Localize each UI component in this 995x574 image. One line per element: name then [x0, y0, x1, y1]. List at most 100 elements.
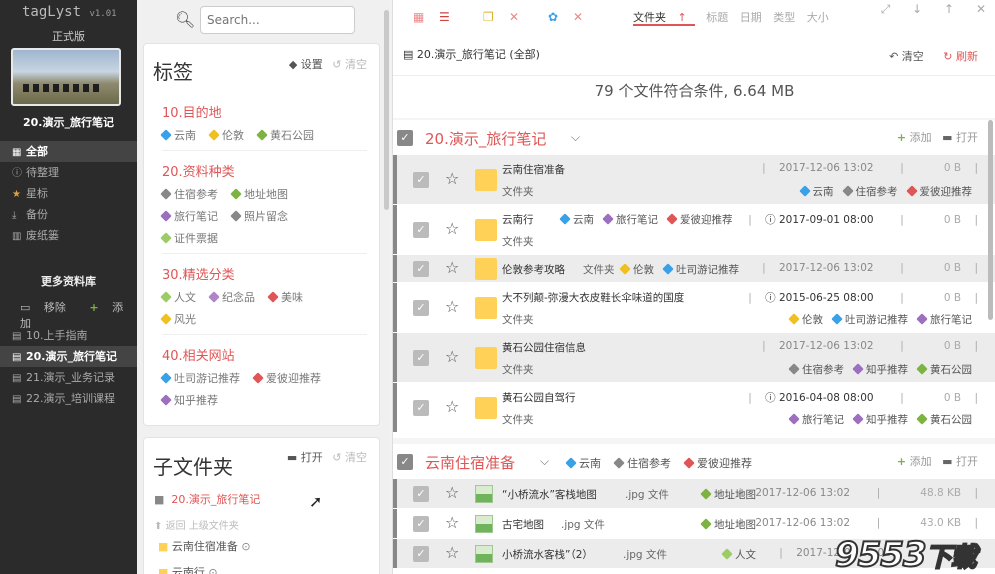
tag-chip[interactable]: 黄石公园: [916, 412, 972, 427]
tag-chip[interactable]: 住宿参考: [613, 455, 671, 471]
tag-settings-button[interactable]: ◆ 设置: [289, 58, 323, 71]
file-row[interactable]: ✓ ☆ 黄石公园住宿信息 文件夹 | 2017-12-06 13:02 | 0 B | 住…: [393, 332, 995, 382]
star-icon[interactable]: ☆: [445, 258, 459, 277]
open-button[interactable]: ▬ 打开: [942, 131, 978, 144]
arrow-circle-icon[interactable]: ⊙: [208, 566, 217, 574]
star-icon[interactable]: ☆: [445, 169, 459, 188]
row-checkbox[interactable]: ✓: [413, 222, 429, 238]
file-name[interactable]: 云南行: [502, 212, 534, 227]
remove-library-button[interactable]: ▭ 移除: [20, 301, 76, 314]
add-button[interactable]: + 添加: [897, 455, 932, 468]
sort-by-type[interactable]: 类型: [773, 11, 795, 24]
close-icon[interactable]: ✕: [976, 2, 986, 16]
nav-item-inbox[interactable]: ⓘ 待整理: [0, 162, 137, 183]
row-checkbox[interactable]: ✓: [413, 350, 429, 366]
sort-by-size[interactable]: 大小: [807, 11, 829, 24]
row-checkbox[interactable]: ✓: [413, 300, 429, 316]
grid-view-icon[interactable]: ▦: [413, 10, 424, 24]
subfolder-open-button[interactable]: ▬ 打开: [287, 451, 323, 464]
tag-chip[interactable]: 知乎推荐: [160, 390, 218, 412]
row-checkbox[interactable]: ✓: [413, 400, 429, 416]
tag-chip[interactable]: 吐司游记推荐: [160, 368, 240, 390]
tag-chip[interactable]: 爱彼迎推荐: [683, 455, 752, 471]
tag-chip[interactable]: 地址地图: [700, 487, 756, 502]
tag-chip[interactable]: 风光: [160, 309, 196, 331]
file-name[interactable]: 黄石公园住宿信息: [502, 340, 586, 355]
library-cover-image[interactable]: [11, 48, 121, 106]
tag-chip[interactable]: 地址地图: [700, 517, 756, 532]
search-input[interactable]: [200, 6, 355, 34]
file-name[interactable]: 伦敦参考攻略: [502, 262, 565, 277]
row-checkbox[interactable]: ✓: [413, 516, 429, 532]
arrow-down-icon[interactable]: ↓: [912, 2, 922, 16]
tag-chip[interactable]: 吐司游记推荐: [831, 312, 908, 327]
current-folder-item[interactable]: ■ 20.演示_旅行笔记: [154, 491, 260, 507]
file-row[interactable]: ✓ ☆ 云南行 文件夹 | ⓘ 2017-09-01 08:00 | 0 B | 云南 旅行…: [393, 204, 995, 254]
tag-chip[interactable]: 知乎推荐: [852, 412, 908, 427]
section-title[interactable]: 云南住宿准备: [425, 452, 515, 473]
arrow-circle-icon[interactable]: ⊙: [241, 540, 250, 553]
sort-by-folder[interactable]: 文件夹 ↑: [633, 11, 695, 26]
star-icon[interactable]: ☆: [445, 513, 459, 532]
refresh-button[interactable]: ↻ 刷新: [943, 50, 978, 63]
tag-chip[interactable]: 云南: [559, 212, 594, 227]
star-icon[interactable]: ☆: [445, 483, 459, 502]
star-icon[interactable]: ☆: [445, 347, 459, 366]
tag-chip[interactable]: 知乎推荐: [852, 362, 908, 377]
section-title[interactable]: 20.演示_旅行笔记: [425, 128, 546, 149]
tag-chip[interactable]: 爱彼迎推荐: [666, 212, 733, 227]
tag-chip[interactable]: 吐司游记推荐: [662, 262, 739, 277]
tag-chip[interactable]: 黄石公园: [256, 125, 314, 147]
tag-chip[interactable]: 证件票据: [160, 228, 218, 250]
row-checkbox[interactable]: ✓: [413, 546, 429, 562]
row-checkbox[interactable]: ✓: [413, 261, 429, 277]
arrow-up-icon[interactable]: ↑: [944, 2, 954, 16]
file-row[interactable]: ✓ ☆ “小桥流水”客栈地图 .jpg 文件 | 2017-12-06 13:02 | …: [393, 478, 995, 508]
file-name[interactable]: “小桥流水”客栈地图: [502, 487, 597, 502]
deselect-tags-icon[interactable]: ✕: [573, 10, 583, 24]
add-button[interactable]: + 添加: [897, 131, 932, 144]
tag-chip[interactable]: 旅行笔记: [916, 312, 972, 327]
tag-chip[interactable]: 伦敦: [208, 125, 244, 147]
tag-chip[interactable]: 地址地图: [230, 184, 288, 206]
main-scrollbar[interactable]: [988, 120, 993, 320]
tag-chip[interactable]: 人文: [160, 287, 196, 309]
tag-chip[interactable]: 云南: [160, 125, 196, 147]
subfolder-item[interactable]: ■ 云南住宿准备 ⊙: [158, 538, 251, 554]
chevron-down-icon[interactable]: ⌵: [571, 130, 580, 145]
file-row[interactable]: ✓ ☆ 大不列颠-弥漫大衣皮鞋长伞味道的国度 文件夹 | ⓘ 2015-06-25 08…: [393, 282, 995, 332]
nav-item-backup[interactable]: ⤓ 备份: [0, 204, 137, 225]
subfolder-clear-button[interactable]: ↺ 清空: [332, 451, 367, 464]
open-button[interactable]: ▬ 打开: [942, 455, 978, 468]
file-row[interactable]: ✓ ☆ 伦敦参考攻略 文件夹 | 2017-12-06 13:02 | 0 B | 伦敦吐…: [393, 254, 995, 282]
deselect-files-icon[interactable]: ✕: [509, 10, 519, 24]
nav-item-trash[interactable]: ▥ 废纸篓: [0, 225, 137, 246]
tag-chip[interactable]: 伦敦: [788, 312, 823, 327]
section-checkbox[interactable]: ✓: [397, 130, 413, 146]
chevron-down-icon[interactable]: ⌵: [540, 454, 549, 469]
tag-chip[interactable]: 人文: [721, 547, 756, 562]
nav-item-all[interactable]: ▦ 全部: [0, 141, 137, 162]
tag-chip[interactable]: 黄石公园: [916, 362, 972, 377]
nav-item-starred[interactable]: ★ 星标: [0, 183, 137, 204]
file-name[interactable]: 云南住宿准备: [502, 162, 565, 177]
tag-chip[interactable]: 美味: [267, 287, 303, 309]
tag-chip[interactable]: 云南: [565, 455, 601, 471]
library-item[interactable]: ▤ 22.演示_培训课程: [0, 388, 137, 409]
sort-by-title[interactable]: 标题: [706, 11, 728, 24]
file-name[interactable]: 古宅地图: [502, 517, 544, 532]
subfolder-item[interactable]: ■ 云南行 ⊙: [158, 564, 218, 574]
tag-clear-button[interactable]: ↺ 清空: [332, 58, 367, 71]
file-row[interactable]: ✓ ☆ 黄石公园自驾行 文件夹 | ⓘ 2016-04-08 08:00 | 0 B |…: [393, 382, 995, 432]
tag-chip[interactable]: 云南: [798, 184, 834, 199]
back-to-parent-link[interactable]: ⬆ 返回 上级文件夹: [154, 517, 239, 532]
file-row[interactable]: ✓ ☆ 云南住宿准备 文件夹 | 2017-12-06 13:02 | 0 B | 云南住…: [393, 154, 995, 204]
tag-chip[interactable]: 爱彼迎推荐: [252, 368, 321, 390]
clear-filter-button[interactable]: ↶ 清空: [889, 50, 924, 63]
tag-chip[interactable]: 旅行笔记: [160, 206, 218, 228]
tag-chip[interactable]: 爱彼迎推荐: [905, 184, 972, 199]
section-checkbox[interactable]: ✓: [397, 454, 413, 470]
tag-chip[interactable]: 旅行笔记: [602, 212, 658, 227]
library-item[interactable]: ▤ 20.演示_旅行笔记: [0, 346, 137, 367]
star-icon[interactable]: ☆: [445, 543, 459, 562]
